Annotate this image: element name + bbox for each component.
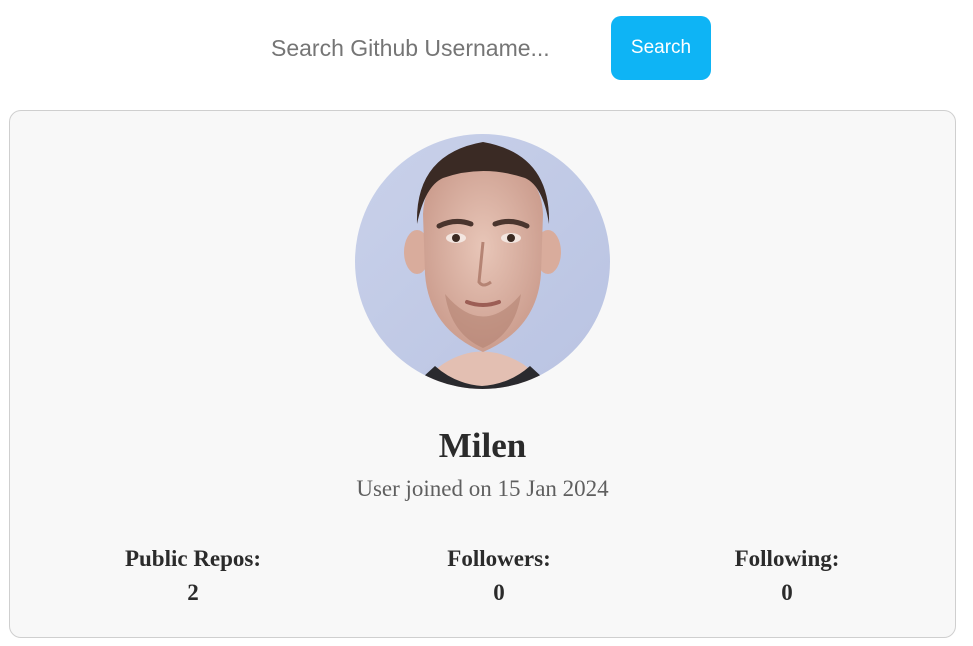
- avatar: [355, 134, 610, 389]
- user-name: Milen: [438, 426, 527, 465]
- stat-value: 2: [187, 580, 199, 605]
- stat-following: Following: 0: [667, 543, 907, 611]
- stat-value: 0: [493, 580, 505, 605]
- profile-card: Milen User joined on 15 Jan 2024 Public …: [9, 110, 956, 638]
- search-button[interactable]: Search: [611, 16, 711, 80]
- stat-label: Followers:: [447, 546, 551, 571]
- stat-followers: Followers: 0: [379, 543, 619, 611]
- join-date: User joined on 15 Jan 2024: [356, 476, 609, 501]
- search-input[interactable]: [258, 16, 598, 80]
- search-bar: Search: [0, 16, 973, 80]
- stat-public-repos: Public Repos: 2: [73, 543, 313, 611]
- stat-label: Following:: [734, 546, 840, 571]
- stat-label: Public Repos:: [124, 546, 262, 571]
- stat-value: 0: [781, 580, 793, 605]
